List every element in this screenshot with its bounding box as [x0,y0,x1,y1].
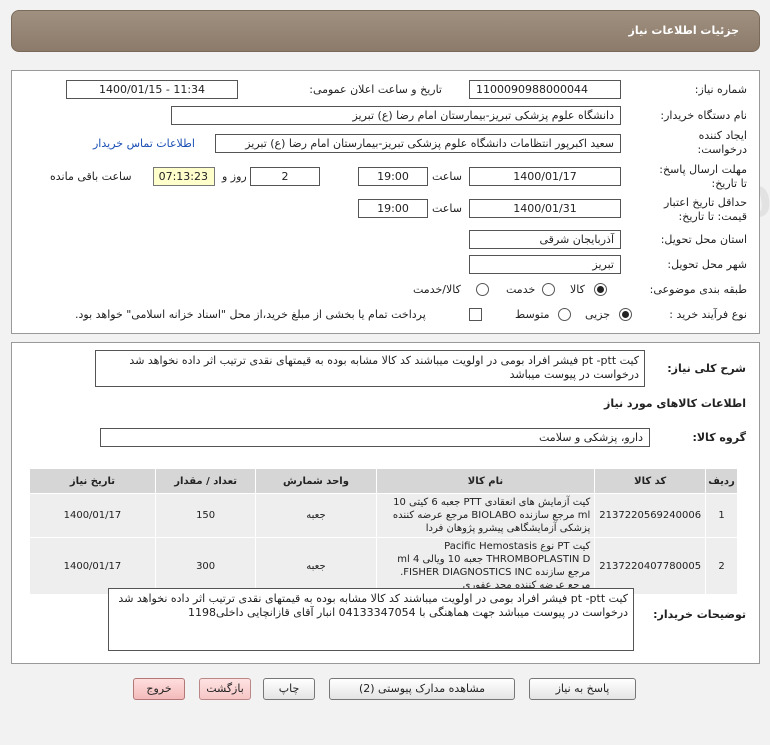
deadline-time-field: 19:00 [358,167,428,186]
buyer-field: دانشگاه علوم پزشکی تبریز-بیمارستان امام … [171,106,621,125]
table-row[interactable]: 2 2137220407780005 کیت PT نوع Pacific He… [29,537,738,595]
process-option-medium: متوسط [515,308,550,321]
print-button[interactable]: چاپ [263,678,315,700]
cell-unit: جعبه [255,537,377,595]
reply-button[interactable]: پاسخ به نیاز [529,678,636,700]
page-title: جزئیات اطلاعات نیاز [628,24,740,37]
process-label: نوع فرآیند خرید : [669,308,747,321]
remaining-time-field: 07:13:23 [153,167,215,186]
validity-label-2: قیمت: تا تاریخ: [678,210,747,223]
header-bar: جزئیات اطلاعات نیاز [11,10,760,52]
process-radio-medium[interactable] [558,308,571,321]
validity-time-label: ساعت [432,202,462,215]
col-qty: تعداد / مقدار [154,468,257,494]
goods-group-field: دارو، پزشکی و سلامت [100,428,650,447]
goods-section-title: اطلاعات کالاهای مورد نیاز [604,397,746,410]
category-label: طبقه بندی موضوعی: [649,283,747,296]
col-date: تاریخ نیاز [29,468,156,494]
col-unit: واحد شمارش [255,468,377,494]
province-label: استان محل تحویل: [660,233,747,246]
table-row[interactable]: 1 2137220569240006 کیت آزمایش های انعقاد… [29,493,738,538]
category-option-service: خدمت [506,283,536,296]
cell-date: 1400/01/17 [29,537,156,595]
need-number-label: شماره نیاز: [694,83,747,96]
goods-table-header: ردیف کد کالا نام کالا واحد شمارش تعداد /… [29,468,738,494]
announce-field: 1400/01/15 - 11:34 [66,80,238,99]
cell-row: 2 [705,537,738,595]
remaining-label: ساعت باقی مانده [50,170,132,183]
col-name: نام کالا [375,468,596,494]
attachments-button[interactable]: مشاهده مدارک پیوستی (2) [329,678,515,700]
goods-group-label: گروه کالا: [692,431,746,444]
buyer-contact-link[interactable]: اطلاعات تماس خریدار [93,137,195,150]
need-number-field: 1100090988000044 [469,80,621,99]
summary-text: کیت pt -ptt فیشر افراد بومی در اولویت می… [95,350,645,387]
payment-note: پرداخت تمام یا بخشی از مبلغ خرید،از محل … [75,308,426,321]
creator-label-2: درخواست: [697,143,747,156]
creator-field: سعید اکبرپور انتظامات دانشگاه علوم پزشکی… [215,134,621,153]
buyer-label: نام دستگاه خریدار: [660,109,747,122]
days-label: روز و [222,170,247,183]
summary-label: شرح کلی نیاز: [667,362,746,375]
creator-label-1: ایجاد کننده [698,129,747,142]
cell-name: کیت آزمایش های انعقادی PTT جعبه 6 کیتی 1… [375,493,596,538]
deadline-date-field: 1400/01/17 [469,167,621,186]
category-radio-service[interactable] [542,283,555,296]
cell-qty: 300 [154,537,257,595]
deadline-time-label: ساعت [432,170,462,183]
cell-code: 2137220569240006 [594,493,707,538]
city-label: شهر محل تحویل: [667,258,747,271]
category-radio-goods[interactable] [594,283,607,296]
col-row: ردیف [705,468,738,494]
validity-date-field: 1400/01/31 [469,199,621,218]
exit-button[interactable]: خروج [133,678,185,700]
category-radio-goods-service[interactable] [476,283,489,296]
buyer-notes-text: کیت pt -ptt فیشر افراد بومی در اولویت می… [108,588,634,651]
cell-date: 1400/01/17 [29,493,156,538]
cell-row: 1 [705,493,738,538]
treasury-payment-checkbox[interactable] [469,308,482,321]
deadline-label-1: مهلت ارسال پاسخ: [659,163,747,176]
city-field: تبریز [469,255,621,274]
validity-label-1: حداقل تاریخ اعتبار [663,196,747,209]
buyer-notes-label: توضیحات خریدار: [653,608,746,621]
cell-qty: 150 [154,493,257,538]
cell-unit: جعبه [255,493,377,538]
process-radio-minor[interactable] [619,308,632,321]
process-option-minor: جزیی [585,308,611,321]
goods-table: ردیف کد کالا نام کالا واحد شمارش تعداد /… [29,468,738,595]
category-option-goods: کالا [570,283,585,296]
validity-time-field: 19:00 [358,199,428,218]
days-field: 2 [250,167,320,186]
category-option-goods-service: کالا/خدمت [413,283,461,296]
province-field: آذربایجان شرقی [469,230,621,249]
col-code: کد کالا [594,468,707,494]
deadline-label-2: تا تاریخ: [711,177,747,190]
back-button[interactable]: بازگشت [199,678,251,700]
cell-code: 2137220407780005 [594,537,707,595]
cell-name: کیت PT نوع Pacific Hemostasis THROMBOPLA… [375,537,596,595]
announce-label: تاریخ و ساعت اعلان عمومی: [309,83,442,96]
